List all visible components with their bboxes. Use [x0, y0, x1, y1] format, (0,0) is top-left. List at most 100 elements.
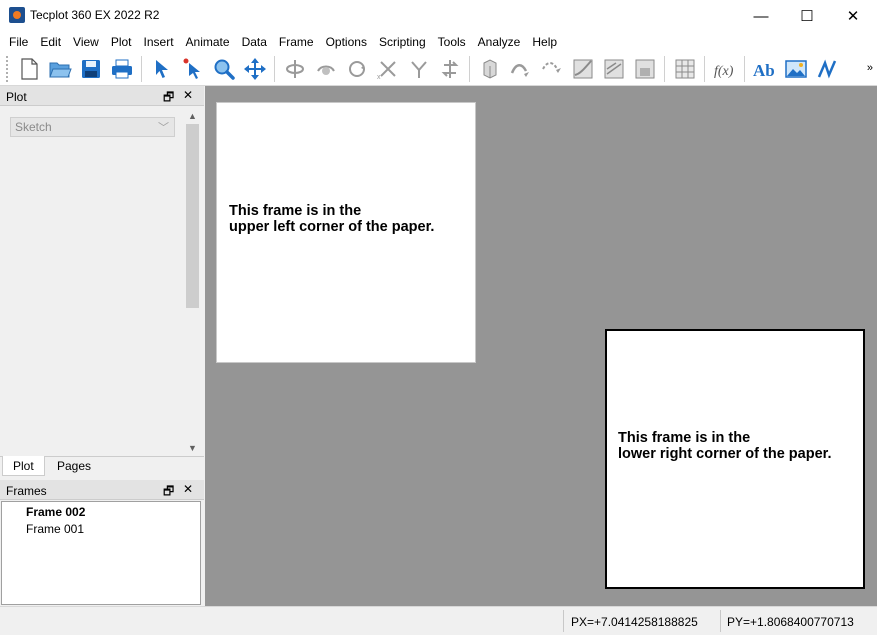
- twist-rotate-button[interactable]: [437, 56, 463, 82]
- rotate-axis-icon: [285, 59, 304, 78]
- menu-animate[interactable]: Animate: [180, 32, 236, 52]
- function-fx-icon: f(x): [714, 64, 734, 79]
- toolbar-separator: [469, 55, 470, 82]
- tab-pages[interactable]: Pages: [47, 456, 101, 476]
- plot-type-dropdown[interactable]: Sketch ﹀: [10, 117, 175, 137]
- px-readout: PX=+7.0414258188825: [571, 615, 698, 629]
- menu-help[interactable]: Help: [526, 32, 563, 52]
- print-button[interactable]: [109, 56, 135, 82]
- svg-text:x: x: [377, 74, 381, 81]
- chevron-down-icon: ﹀: [158, 122, 169, 134]
- x-axis-rotate-button[interactable]: x: [375, 56, 401, 82]
- plot-panel-title: Plot: [6, 90, 27, 104]
- undock-icon[interactable]: 🗗: [163, 88, 174, 109]
- new-layout-button[interactable]: [16, 56, 42, 82]
- title-bar: Tecplot 360 EX 2022 R2 — ☐ ✕: [0, 0, 877, 32]
- menu-bar: File Edit View Plot Insert Animate Data …: [0, 32, 877, 52]
- rollerball-rotate-button[interactable]: [313, 56, 339, 82]
- maximize-button[interactable]: ☐: [784, 0, 830, 32]
- add-image-button[interactable]: [783, 56, 809, 82]
- menu-edit[interactable]: Edit: [34, 32, 67, 52]
- plot-sidebar: Plot 🗗 ✕ Sketch ﹀ ▲ ▼ Plot Pages: [0, 86, 204, 476]
- menu-options[interactable]: Options: [320, 32, 373, 52]
- frame-001-text-line1: This frame is in the: [229, 203, 362, 219]
- plot-panel-header: Plot 🗗 ✕: [0, 86, 204, 106]
- toolbar-overflow-chevron[interactable]: »: [867, 62, 873, 74]
- formula-button[interactable]: f(x): [712, 56, 738, 82]
- probe-tool-button[interactable]: [477, 56, 503, 82]
- toolbar-grip[interactable]: [6, 55, 9, 82]
- close-panel-icon[interactable]: ✕: [183, 88, 193, 102]
- menu-tools[interactable]: Tools: [432, 32, 472, 52]
- frame-001[interactable]: This frame is in the upper left corner o…: [216, 102, 476, 363]
- frame-002-text: This frame is in the lower right corner …: [618, 430, 832, 462]
- grid-icon: [675, 59, 694, 78]
- minimize-button[interactable]: —: [738, 0, 784, 32]
- frame-002[interactable]: This frame is in the lower right corner …: [605, 329, 865, 589]
- status-divider: [720, 610, 721, 632]
- main-toolbar: x f(x) Ab »: [0, 52, 877, 86]
- menu-scripting[interactable]: Scripting: [373, 32, 432, 52]
- contour-levels-icon: [573, 59, 592, 78]
- menu-insert[interactable]: Insert: [138, 32, 180, 52]
- menu-frame[interactable]: Frame: [273, 32, 320, 52]
- tab-plot[interactable]: Plot: [2, 456, 45, 476]
- printer-icon: [111, 59, 132, 78]
- undock-icon[interactable]: 🗗: [163, 482, 174, 503]
- add-polyline-button[interactable]: [814, 56, 840, 82]
- plot-panel-tabs: Plot Pages: [0, 456, 204, 476]
- menu-plot[interactable]: Plot: [105, 32, 138, 52]
- magnifier-icon: [214, 59, 235, 80]
- translate-tool-button[interactable]: [242, 56, 268, 82]
- workspace-canvas[interactable]: This frame is in the upper left corner o…: [205, 86, 877, 606]
- grid-tool-button[interactable]: [672, 56, 698, 82]
- list-item-frame-001[interactable]: Frame 001: [26, 522, 84, 536]
- new-file-icon: [20, 57, 38, 80]
- toolbar-separator: [141, 55, 142, 82]
- spherical-rotate-button[interactable]: [344, 56, 370, 82]
- add-text-button[interactable]: Ab: [752, 56, 778, 82]
- open-folder-icon: [48, 62, 72, 77]
- close-panel-icon[interactable]: ✕: [183, 482, 193, 496]
- streamtrace-tool-button[interactable]: [508, 56, 534, 82]
- scroll-up-icon[interactable]: ▲: [188, 111, 197, 121]
- save-layout-button[interactable]: [78, 56, 104, 82]
- probe-cube-icon: [483, 58, 496, 79]
- close-button[interactable]: ✕: [830, 0, 876, 32]
- selector-tool-button[interactable]: [149, 56, 175, 82]
- move-arrows-icon: [243, 57, 266, 80]
- menu-file[interactable]: File: [3, 32, 34, 52]
- menu-data[interactable]: Data: [236, 32, 273, 52]
- menu-analyze[interactable]: Analyze: [472, 32, 527, 52]
- frames-panel: Frames 🗗 ✕ Frame 002 Frame 001: [0, 480, 204, 606]
- plot-type-value: Sketch: [15, 120, 52, 134]
- adjustor-tool-button[interactable]: [180, 56, 206, 82]
- scroll-down-icon[interactable]: ▼: [188, 443, 197, 453]
- scroll-thumb[interactable]: [186, 124, 199, 308]
- slice-curve-icon: [541, 61, 561, 73]
- plot-panel-scrollbar[interactable]: ▲ ▼: [184, 108, 201, 456]
- frames-list: Frame 002 Frame 001: [1, 501, 201, 605]
- tecplot-app-icon[interactable]: [9, 7, 25, 23]
- frames-panel-title: Frames: [6, 484, 47, 498]
- isosurface-button[interactable]: [601, 56, 627, 82]
- toolbar-separator: [704, 55, 705, 82]
- frames-panel-header: Frames 🗗 ✕: [0, 480, 204, 500]
- frame-001-text: This frame is in the upper left corner o…: [229, 203, 434, 235]
- y-axis-rotate-button[interactable]: [406, 56, 432, 82]
- status-bar: PX=+7.0414258188825 PY=+1.8068400770713: [0, 606, 877, 635]
- streamtrace-icon: [510, 63, 529, 77]
- list-item-frame-002[interactable]: Frame 002: [26, 505, 85, 519]
- open-layout-button[interactable]: [47, 56, 73, 82]
- rotate-tool-button[interactable]: [282, 56, 308, 82]
- blanking-button[interactable]: [632, 56, 658, 82]
- contour-levels-button[interactable]: [570, 56, 596, 82]
- slice-tool-button[interactable]: [539, 56, 565, 82]
- rollerball-icon: [316, 65, 335, 75]
- frame-002-text-line2: lower right corner of the paper.: [618, 446, 832, 462]
- menu-view[interactable]: View: [67, 32, 105, 52]
- pointer-arrow-icon: [155, 59, 168, 78]
- blanking-icon: [635, 59, 654, 78]
- save-disk-icon: [81, 59, 100, 78]
- zoom-tool-button[interactable]: [211, 56, 237, 82]
